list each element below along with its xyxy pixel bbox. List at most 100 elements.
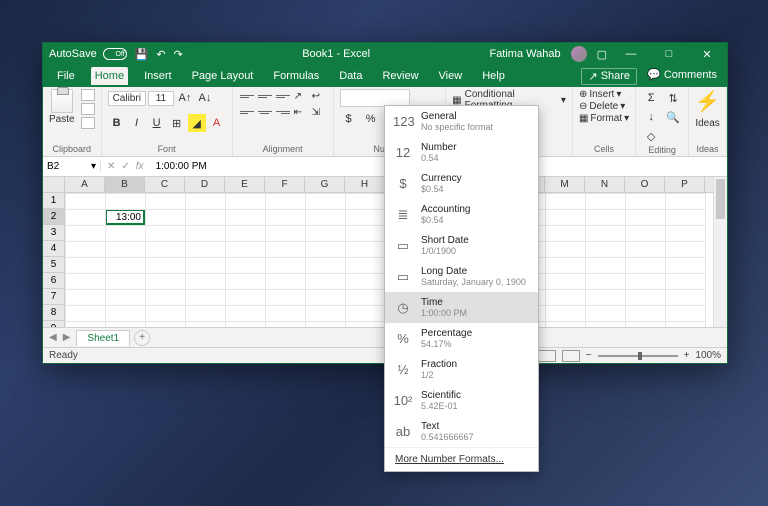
tab-home[interactable]: Home <box>91 67 128 85</box>
number-format-option-short-date[interactable]: ▭Short Date1/0/1900 <box>385 230 538 261</box>
row-header-1[interactable]: 1 <box>43 193 65 209</box>
maximize-button[interactable]: □ <box>655 48 683 60</box>
selected-cell[interactable]: 13:00 <box>105 209 145 225</box>
font-size-select[interactable]: 11 <box>148 91 174 106</box>
page-break-view-icon[interactable] <box>562 350 580 362</box>
column-header-C[interactable]: C <box>145 177 185 192</box>
increase-font-icon[interactable]: A↑ <box>176 89 194 107</box>
italic-button[interactable]: I <box>128 114 146 132</box>
bold-button[interactable]: B <box>108 114 126 132</box>
cut-icon[interactable] <box>81 89 95 101</box>
row-header-8[interactable]: 8 <box>43 305 65 321</box>
name-box[interactable]: B2 ▾ <box>43 161 101 172</box>
avatar[interactable] <box>571 46 587 62</box>
copy-icon[interactable] <box>81 103 95 115</box>
borders-button[interactable]: ⊞ <box>168 114 186 132</box>
row-header-7[interactable]: 7 <box>43 289 65 305</box>
share-button[interactable]: ↗ Share <box>581 68 637 85</box>
column-header-O[interactable]: O <box>625 177 665 192</box>
more-number-formats-button[interactable]: More Number Formats... <box>385 447 538 471</box>
ribbon-display-icon[interactable]: ▢ <box>597 48 607 61</box>
format-cells-button[interactable]: ▦Format▾ <box>579 113 629 124</box>
tab-formulas[interactable]: Formulas <box>269 67 323 85</box>
undo-icon[interactable]: ↶ <box>156 48 165 61</box>
page-layout-view-icon[interactable] <box>538 350 556 362</box>
tab-scroll-right-icon[interactable]: ▶ <box>63 332 71 343</box>
tab-file[interactable]: File <box>53 67 79 85</box>
decrease-font-icon[interactable]: A↓ <box>196 89 214 107</box>
vertical-scrollbar[interactable] <box>713 177 727 327</box>
row-header-4[interactable]: 4 <box>43 241 65 257</box>
row-header-5[interactable]: 5 <box>43 257 65 273</box>
number-format-option-general[interactable]: 123GeneralNo specific format <box>385 106 538 137</box>
clear-icon[interactable]: ◇ <box>642 127 660 145</box>
tab-review[interactable]: Review <box>378 67 422 85</box>
align-bottom-icon[interactable] <box>275 89 291 103</box>
zoom-slider[interactable] <box>598 355 678 357</box>
comments-button[interactable]: 💬 Comments <box>647 68 717 85</box>
cancel-formula-icon[interactable]: ✕ <box>107 161 115 172</box>
column-header-P[interactable]: P <box>665 177 705 192</box>
number-format-option-long-date[interactable]: ▭Long DateSaturday, January 0, 1900 <box>385 261 538 292</box>
find-select-icon[interactable]: 🔍 <box>664 108 682 126</box>
wrap-text-icon[interactable]: ↩ <box>311 89 327 103</box>
tab-help[interactable]: Help <box>478 67 509 85</box>
sort-filter-icon[interactable]: ⇅ <box>664 89 682 107</box>
currency-format-icon[interactable]: $ <box>340 110 358 128</box>
format-painter-icon[interactable] <box>81 117 95 129</box>
scrollbar-thumb[interactable] <box>716 179 725 219</box>
autosave-toggle[interactable]: AutoSave Off <box>49 48 127 60</box>
row-header-2[interactable]: 2 <box>43 209 65 225</box>
insert-cells-button[interactable]: ⊕Insert▾ <box>579 89 629 100</box>
merge-center-icon[interactable]: ⇲ <box>311 105 327 119</box>
align-middle-icon[interactable] <box>257 89 273 103</box>
font-family-select[interactable]: Calibri <box>108 91 146 106</box>
row-header-6[interactable]: 6 <box>43 273 65 289</box>
ideas-button[interactable]: ⚡ Ideas <box>695 89 720 129</box>
align-center-icon[interactable] <box>257 105 273 119</box>
number-format-option-currency[interactable]: $Currency$0.54 <box>385 168 538 199</box>
sheet-tab-1[interactable]: Sheet1 <box>76 330 130 346</box>
number-format-option-text[interactable]: abText0.541666667 <box>385 416 538 447</box>
tab-scroll-left-icon[interactable]: ◀ <box>49 332 57 343</box>
align-left-icon[interactable] <box>239 105 255 119</box>
enter-formula-icon[interactable]: ✓ <box>121 161 129 172</box>
column-header-A[interactable]: A <box>65 177 105 192</box>
column-header-D[interactable]: D <box>185 177 225 192</box>
column-header-H[interactable]: H <box>345 177 385 192</box>
align-right-icon[interactable] <box>275 105 291 119</box>
save-icon[interactable]: 💾 <box>135 48 149 61</box>
paste-button[interactable]: Paste <box>49 89 75 125</box>
tab-data[interactable]: Data <box>335 67 366 85</box>
tab-view[interactable]: View <box>435 67 467 85</box>
fill-icon[interactable]: ↓ <box>642 108 660 126</box>
number-format-option-scientific[interactable]: 10²Scientific5.42E-01 <box>385 385 538 416</box>
align-top-icon[interactable] <box>239 89 255 103</box>
redo-icon[interactable]: ↷ <box>174 48 183 61</box>
minimize-button[interactable]: — <box>617 48 645 60</box>
column-header-F[interactable]: F <box>265 177 305 192</box>
number-format-option-percentage[interactable]: %Percentage54.17% <box>385 323 538 354</box>
row-header-3[interactable]: 3 <box>43 225 65 241</box>
decrease-indent-icon[interactable]: ⇤ <box>293 105 309 119</box>
tab-insert[interactable]: Insert <box>140 67 176 85</box>
number-format-option-accounting[interactable]: ≣Accounting$0.54 <box>385 199 538 230</box>
delete-cells-button[interactable]: ⊖Delete▾ <box>579 101 629 112</box>
column-header-E[interactable]: E <box>225 177 265 192</box>
orientation-icon[interactable]: ↗ <box>293 89 309 103</box>
number-format-option-time[interactable]: ◷Time1:00:00 PM <box>385 292 538 323</box>
font-color-button[interactable]: A <box>208 114 226 132</box>
autosum-icon[interactable]: Σ <box>642 89 660 107</box>
number-format-option-number[interactable]: 12Number0.54 <box>385 137 538 168</box>
select-all-button[interactable] <box>43 177 65 192</box>
percent-format-icon[interactable]: % <box>362 110 380 128</box>
zoom-level[interactable]: 100% <box>695 350 721 361</box>
zoom-out-button[interactable]: − <box>586 350 592 361</box>
zoom-in-button[interactable]: + <box>684 350 690 361</box>
add-sheet-button[interactable]: + <box>134 330 150 346</box>
column-header-N[interactable]: N <box>585 177 625 192</box>
fx-icon[interactable]: fx <box>136 161 144 172</box>
close-button[interactable]: ✕ <box>693 48 721 61</box>
user-name[interactable]: Fatima Wahab <box>489 48 560 60</box>
column-header-G[interactable]: G <box>305 177 345 192</box>
